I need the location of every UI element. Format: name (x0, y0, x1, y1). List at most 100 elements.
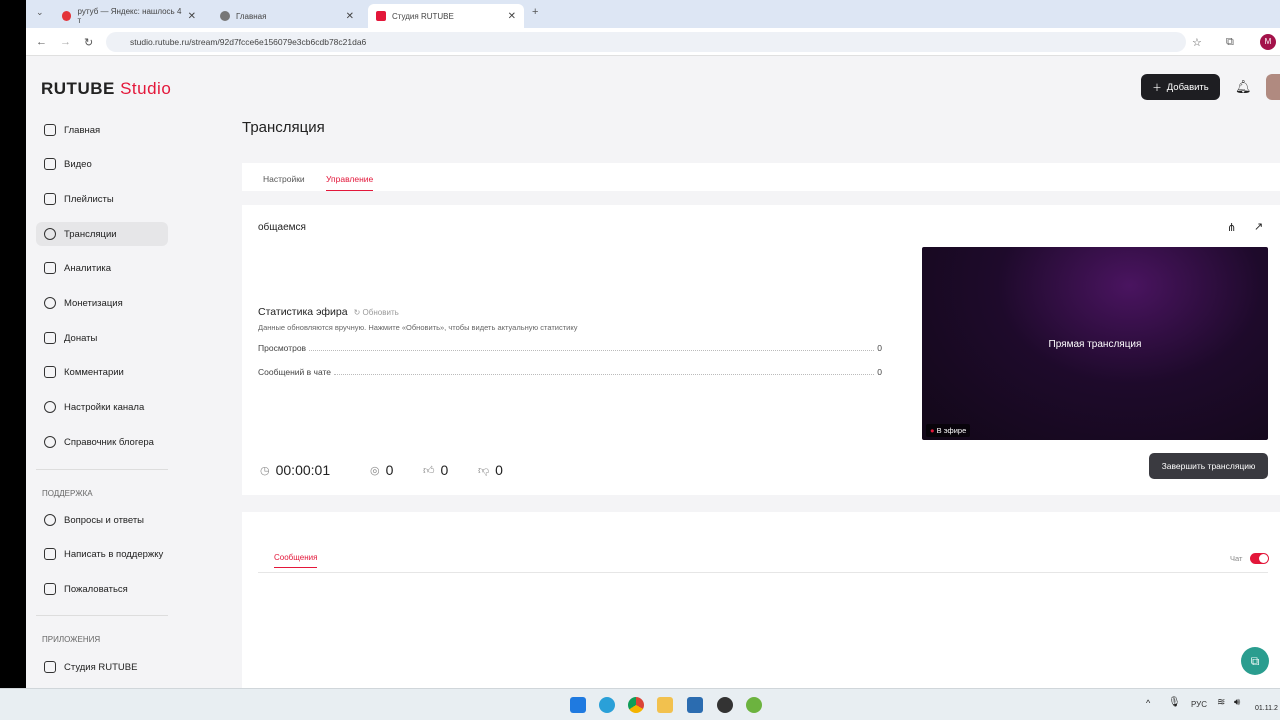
bookmark-star-icon[interactable]: ☆ (1192, 36, 1202, 49)
refresh-button[interactable]: ↻ Обновить (354, 308, 399, 317)
sidebar-item-video[interactable]: Видео (36, 152, 168, 176)
tab-list-icon[interactable]: ⌄ (36, 7, 44, 18)
close-icon[interactable]: ✕ (508, 11, 516, 22)
sidebar-item-monetization[interactable]: Монетизация (36, 291, 168, 315)
flag-icon (44, 583, 56, 595)
app-icon (44, 661, 56, 673)
donate-icon (44, 332, 56, 344)
microphone-icon: 🎙︎ (1168, 697, 1181, 708)
wifi-icon[interactable]: ≋ (1217, 697, 1225, 708)
address-bar: ← → ↻ studio.rutube.ru/stream/92d7fcce6e… (26, 28, 1280, 56)
browser-tab-active[interactable]: Студия RUTUBE ✕ (368, 4, 524, 28)
sidebar-item-studio-app[interactable]: Студия RUTUBE (36, 655, 168, 679)
sidebar-item-donations[interactable]: Донаты (36, 326, 168, 350)
windows-start-icon[interactable] (570, 697, 586, 713)
duration: ◷ 00:00:01 (260, 462, 331, 478)
forward-icon[interactable]: → (60, 36, 71, 48)
support-section-title: ПОДДЕРЖКА (42, 489, 93, 498)
apps-section-title: ПРИЛОЖЕНИЯ (42, 635, 101, 644)
stat-row-views: Просмотров 0 (258, 343, 882, 353)
video-icon (44, 158, 56, 170)
tab-settings[interactable]: Настройки (263, 174, 305, 184)
user-avatar[interactable] (1266, 74, 1280, 100)
browser-window: ⌄ рутуб — Яндекс: нашлось 4 т ✕ Главная ✕ … (26, 0, 1280, 688)
stream-preview[interactable]: Прямая трансляция ● В эфире (922, 247, 1268, 440)
thumbs-down-icon: 👎︎ (478, 464, 490, 477)
tab-management[interactable]: Управление (326, 174, 374, 191)
browser-tab[interactable]: Главная ✕ (212, 4, 362, 28)
sidebar-item-playlists[interactable]: Плейлисты (36, 187, 168, 211)
browser-tab[interactable]: рутуб — Яндекс: нашлось 4 т ✕ (54, 4, 204, 28)
back-icon[interactable]: ← (36, 36, 47, 48)
viewer-icon: ◎ (370, 464, 380, 477)
reload-icon[interactable]: ↻ (84, 36, 93, 49)
question-icon (44, 514, 56, 526)
tab-messages[interactable]: Сообщения (274, 553, 318, 568)
tab-label: Студия RUTUBE (392, 11, 454, 21)
new-tab-icon[interactable]: + (532, 6, 538, 18)
studio-page: RUTUBE Studio ＋ Добавить 🔔︎ Главная Видео… (26, 57, 1280, 688)
sidebar-item-faq[interactable]: Вопросы и ответы (36, 508, 168, 532)
external-link-icon[interactable]: ↗ (1254, 220, 1263, 233)
tab-label: рутуб — Яндекс: нашлось 4 т (77, 7, 182, 25)
mail-icon (44, 548, 56, 560)
tab-bar: ⌄ рутуб — Яндекс: нашлось 4 т ✕ Главная ✕ … (26, 0, 1280, 28)
sidebar-item-blogger-guide[interactable]: Справочник блогера (36, 430, 168, 454)
chart-icon (44, 262, 56, 274)
app-icon[interactable] (687, 697, 703, 713)
torrent-icon[interactable] (746, 697, 762, 713)
viewers-count: ◎ 0 (370, 462, 394, 478)
add-button[interactable]: ＋ Добавить (1141, 74, 1220, 100)
stat-row-chat-messages: Сообщений в чате 0 (258, 367, 882, 377)
chrome-icon[interactable] (628, 697, 644, 713)
chat-card: Сообщения Чат (242, 512, 1280, 688)
support-chat-icon[interactable]: ⧉ (1241, 647, 1269, 675)
stream-name: общаемся (258, 222, 306, 233)
dislikes-count: 👎︎ 0 (478, 462, 503, 478)
file-explorer-icon[interactable] (657, 697, 673, 713)
taskbar: ^ 🎙︎ РУС ≋ 🔊︎ 01.11.2 (0, 688, 1280, 720)
sidebar-item-home[interactable]: Главная (36, 118, 168, 142)
playlist-icon (44, 193, 56, 205)
close-icon[interactable]: ✕ (346, 11, 354, 22)
profile-avatar[interactable]: M (1260, 34, 1276, 50)
preview-label: Прямая трансляция (1048, 339, 1142, 350)
broadcast-icon (44, 228, 56, 240)
sidebar-item-contact-support[interactable]: Написать в поддержку (36, 542, 168, 566)
info-icon (44, 436, 56, 448)
volume-icon[interactable]: 🔊︎ (1234, 697, 1240, 708)
sidebar-item-streams[interactable]: Трансляции (36, 222, 168, 246)
notifications-bell-icon[interactable]: 🔔︎ (1235, 79, 1252, 95)
stats-title: Статистика эфира (258, 306, 348, 318)
sidebar-item-report[interactable]: Пожаловаться (36, 577, 168, 601)
rutube-studio-logo[interactable]: RUTUBE Studio (41, 79, 171, 99)
plus-icon: ＋ (1152, 83, 1162, 94)
sidebar-item-analytics[interactable]: Аналитика (36, 256, 168, 280)
tab-label: Главная (236, 11, 267, 21)
live-badge: ● В эфире (926, 424, 971, 437)
likes-count: 👍︎ 0 (423, 462, 449, 478)
chat-toggle[interactable] (1250, 553, 1269, 564)
edge-icon[interactable] (599, 697, 615, 713)
tray-chevron-icon[interactable]: ^ (1146, 698, 1150, 708)
comment-icon (44, 366, 56, 378)
stream-tabs: Настройки Управление (242, 163, 1280, 191)
share-icon[interactable]: ⋔ (1227, 221, 1236, 234)
language-indicator[interactable]: РУС (1191, 700, 1207, 709)
stats-hint: Данные обновляются вручную. Нажмите «Обн… (258, 323, 578, 332)
divider (258, 572, 1268, 573)
home-icon (44, 124, 56, 136)
gear-icon (44, 401, 56, 413)
sidebar-item-comments[interactable]: Комментарии (36, 360, 168, 384)
end-stream-button[interactable]: Завершить трансляцию (1149, 453, 1268, 479)
divider (36, 615, 168, 616)
divider (36, 469, 168, 470)
close-icon[interactable]: ✕ (188, 11, 196, 22)
sidebar-item-channel-settings[interactable]: Настройки канала (36, 395, 168, 419)
url-input[interactable]: studio.rutube.ru/stream/92d7fcce6e156079… (106, 32, 1186, 52)
thumbs-up-icon: 👍︎ (423, 464, 435, 477)
chat-toggle-label: Чат (1230, 554, 1243, 563)
obs-icon[interactable] (717, 697, 733, 713)
clock-date[interactable]: 01.11.2 (1255, 705, 1278, 712)
extensions-icon[interactable]: ⧉ (1226, 36, 1234, 49)
